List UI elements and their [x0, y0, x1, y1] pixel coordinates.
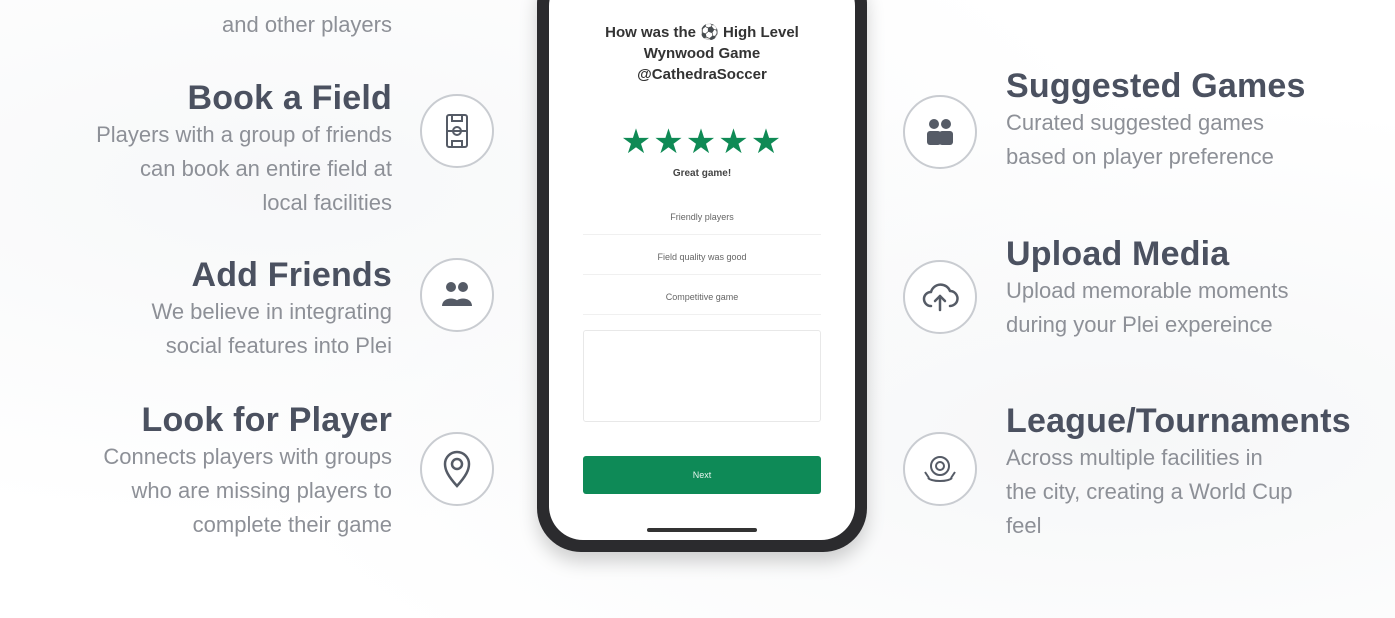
feature-desc-line: Curated suggested games [1006, 110, 1265, 135]
feature-desc-line: feel [1006, 513, 1042, 538]
feature-title: Book a Field [187, 79, 392, 117]
friends-icon [420, 258, 494, 332]
feature-desc-line: Connects players with groups [103, 444, 392, 469]
feature-add-friends: Add Friends We believe in integrating so… [151, 255, 392, 363]
feature-desc-line: during your Plei expereince [1006, 312, 1273, 337]
feature-desc-line: Upload memorable moments [1006, 278, 1289, 303]
rating-question-line: How was the ⚽ High Level [605, 24, 799, 41]
feedback-option[interactable]: Friendly players [583, 200, 821, 235]
feature-desc-line: Players with a group of friends [96, 122, 392, 147]
feature-desc-line: the city, creating a World Cup [1006, 479, 1293, 504]
feature-desc-line: social features into Plei [165, 333, 392, 358]
home-indicator [647, 528, 757, 532]
feature-desc-line: who are missing players to [131, 478, 392, 503]
rating-question-line: Wynwood Game [643, 45, 761, 62]
feature-suggested-games: Suggested Games Curated suggested games … [1006, 66, 1306, 174]
feature-desc-line: complete their game [192, 512, 392, 537]
feature-fragment: and other players [222, 8, 392, 42]
group-icon [903, 95, 977, 169]
location-pin-icon [420, 432, 494, 506]
feature-title: League/Tournaments [1006, 402, 1351, 440]
cloud-upload-icon [903, 260, 977, 334]
phone-mockup: How was the ⚽ High Level Wynwood Game @C… [537, 0, 867, 552]
phone-screen: How was the ⚽ High Level Wynwood Game @C… [549, 0, 855, 540]
feature-desc-line: local facilities [262, 190, 392, 215]
feature-title: Add Friends [191, 256, 392, 294]
rating-question: How was the ⚽ High Level Wynwood Game @C… [569, 22, 835, 85]
submit-button[interactable]: Next [583, 456, 821, 494]
feature-desc-line: can book an entire field at [140, 156, 392, 181]
star-rating[interactable]: ★★★★★ [549, 122, 855, 162]
feedback-option[interactable]: Competitive game [583, 280, 821, 315]
rating-label: Great game! [672, 168, 732, 179]
trophy-icon [903, 432, 977, 506]
field-icon [420, 94, 494, 168]
feature-book-a-field: Book a Field Players with a group of fri… [96, 78, 392, 220]
comment-textarea[interactable] [583, 330, 821, 422]
feedback-option[interactable]: Field quality was good [583, 240, 821, 275]
feature-title: Upload Media [1006, 235, 1230, 273]
feature-league-tournaments: League/Tournaments Across multiple facil… [1006, 401, 1351, 543]
feature-title: Look for Player [141, 401, 392, 439]
feature-desc-line: based on player preference [1006, 144, 1274, 169]
feature-upload-media: Upload Media Upload memorable moments du… [1006, 234, 1288, 342]
feature-title: Suggested Games [1006, 67, 1306, 105]
feature-desc-line: Across multiple facilities in [1006, 445, 1263, 470]
feature-fragment-text: and other players [222, 12, 392, 37]
feature-desc-line: We believe in integrating [151, 299, 392, 324]
feature-look-for-player: Look for Player Connects players with gr… [103, 400, 392, 542]
rating-question-line: @CathedraSoccer [637, 66, 767, 83]
